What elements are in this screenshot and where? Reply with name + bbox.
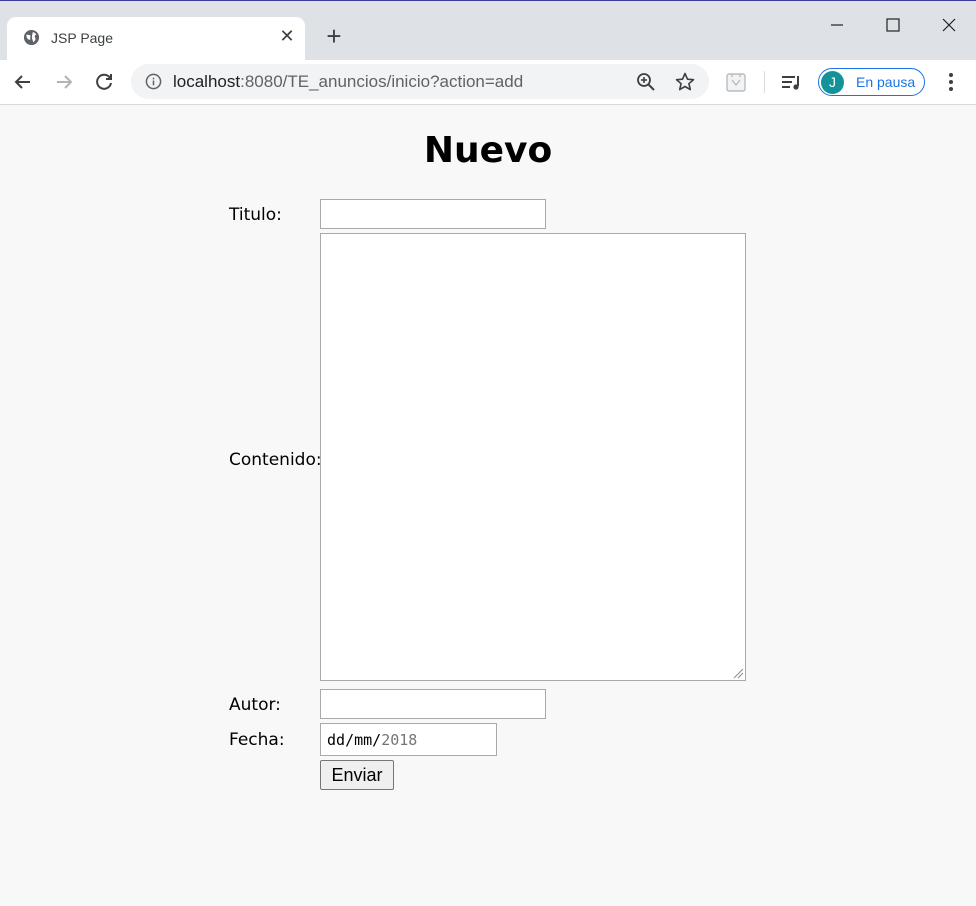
- info-icon[interactable]: [145, 73, 162, 90]
- close-icon[interactable]: [934, 14, 964, 36]
- autor-input[interactable]: [320, 689, 546, 719]
- date-separator: /: [372, 731, 382, 749]
- toolbar-divider: [764, 71, 765, 93]
- avatar: J: [821, 71, 844, 94]
- date-year-segment[interactable]: 2018: [381, 731, 417, 749]
- profile-status-label: En pausa: [856, 74, 916, 90]
- tab-strip: JSP Page ✕ +: [0, 6, 976, 60]
- autor-label: Autor:: [229, 695, 281, 715]
- resize-handle-icon[interactable]: [731, 666, 744, 679]
- date-month-segment[interactable]: mm: [354, 731, 372, 749]
- enviar-button[interactable]: Enviar: [320, 760, 394, 790]
- forward-arrow-icon[interactable]: [51, 69, 77, 95]
- profile-button[interactable]: J En pausa: [818, 68, 925, 96]
- fecha-date-input[interactable]: dd/mm/2018: [320, 723, 497, 756]
- minimize-icon[interactable]: [822, 14, 852, 36]
- browser-tab[interactable]: JSP Page ✕: [7, 17, 305, 60]
- tab-title: JSP Page: [51, 30, 114, 46]
- fecha-label: Fecha:: [229, 730, 285, 750]
- globe-icon: [23, 29, 40, 46]
- url-host: localhost: [173, 72, 241, 91]
- date-separator: /: [345, 731, 355, 749]
- contenido-label: Contenido:: [229, 450, 322, 470]
- date-day-segment[interactable]: dd: [327, 731, 345, 749]
- back-arrow-icon[interactable]: [10, 69, 36, 95]
- page-title: Nuevo: [423, 130, 553, 171]
- zoom-icon[interactable]: [635, 71, 657, 93]
- extension-icon[interactable]: [724, 70, 748, 94]
- star-icon[interactable]: [674, 71, 696, 93]
- url-text[interactable]: localhost:8080/TE_anuncios/inicio?action…: [173, 72, 523, 92]
- titulo-input[interactable]: [320, 199, 546, 229]
- reload-icon[interactable]: [91, 69, 117, 95]
- media-queue-icon[interactable]: [779, 70, 803, 94]
- date-segments: dd/mm/2018: [327, 731, 417, 749]
- more-vert-icon[interactable]: [940, 70, 962, 94]
- contenido-textarea[interactable]: [320, 233, 746, 681]
- new-tab-icon[interactable]: +: [320, 23, 348, 51]
- titulo-label: Titulo:: [229, 205, 282, 225]
- tab-close-icon[interactable]: ✕: [277, 27, 297, 47]
- maximize-icon[interactable]: [878, 14, 908, 36]
- url-path: :8080/TE_anuncios/inicio?action=add: [240, 72, 524, 91]
- address-bar[interactable]: localhost:8080/TE_anuncios/inicio?action…: [131, 64, 709, 99]
